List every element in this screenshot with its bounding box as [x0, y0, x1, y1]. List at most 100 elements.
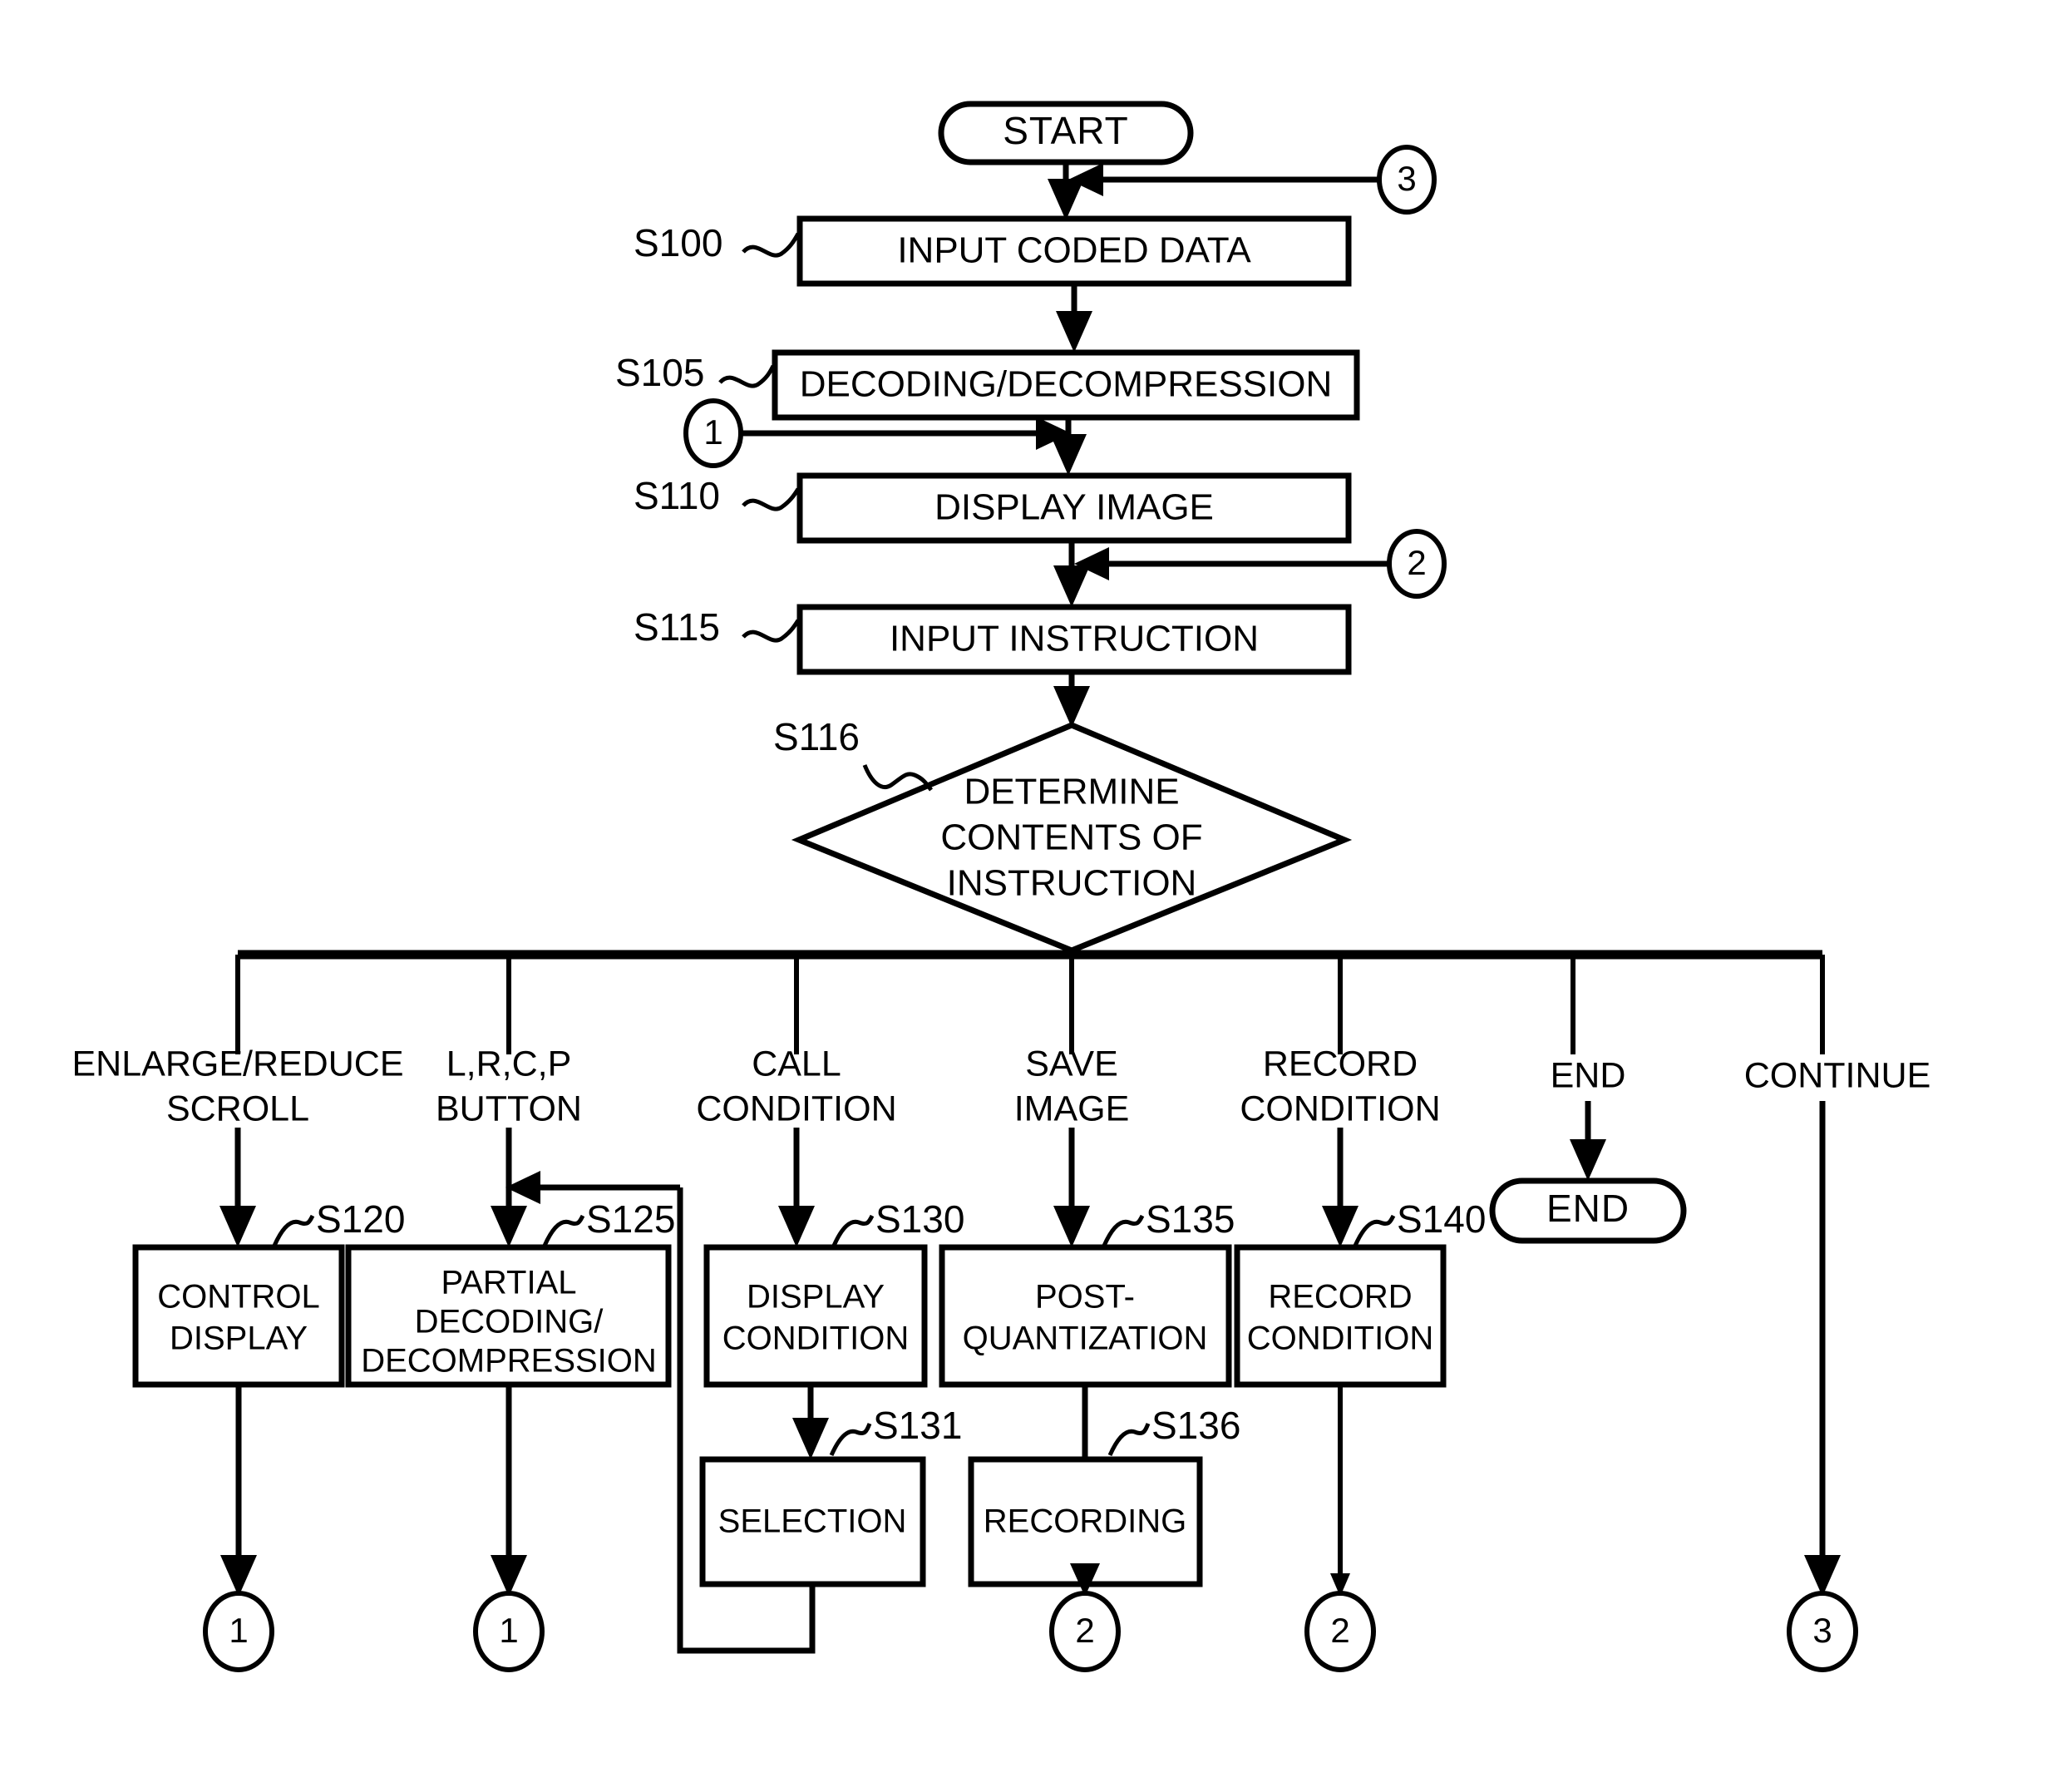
step-label-s140-group: S140 — [1353, 1197, 1486, 1247]
flowchart-canvas: START 3 INPUT CODED DATA S100 DECODING/D… — [71, 101, 1931, 1672]
step-label-s110: S110 — [634, 474, 720, 517]
process-s125-line3: DECOMPRESSION — [361, 1343, 657, 1380]
process-s120-line1: CONTROL — [157, 1279, 320, 1316]
branch-label-3-line1: CALL — [752, 1044, 841, 1084]
process-s140-line2: CONDITION — [1247, 1321, 1433, 1357]
connector-1-b: 1 — [473, 1591, 545, 1672]
connector-3-bottom-label: 3 — [1812, 1611, 1832, 1650]
step-label-s100-group: S100 — [634, 221, 801, 264]
branch-label-4: SAVE IMAGE — [1014, 1044, 1130, 1128]
branch-label-5-line1: RECORD — [1263, 1044, 1418, 1084]
process-s100-label: INPUT CODED DATA — [897, 230, 1251, 271]
branch-label-3: CALL CONDITION — [696, 1044, 896, 1128]
step-label-s136-group: S136 — [1107, 1404, 1240, 1457]
step-label-s125-group: S125 — [542, 1197, 675, 1247]
leader-s131 — [829, 1423, 872, 1457]
connector-1-b-label: 1 — [499, 1611, 518, 1650]
leader-s136 — [1107, 1423, 1151, 1457]
process-s100: INPUT CODED DATA — [796, 215, 1352, 287]
step-label-s140: S140 — [1397, 1197, 1486, 1241]
branch-label-5-line2: CONDITION — [1240, 1089, 1440, 1128]
connector-2-mid-label: 2 — [1407, 543, 1426, 582]
leader-s105 — [718, 364, 776, 388]
connector-3-top-label: 3 — [1397, 159, 1416, 198]
arrowhead-branch7 — [1804, 1555, 1841, 1597]
process-s130-shape — [703, 1244, 928, 1388]
step-label-s100: S100 — [634, 221, 722, 264]
connector-3-top: 3 — [1377, 145, 1437, 215]
step-label-s135-group: S135 — [1102, 1197, 1235, 1247]
step-label-s115: S115 — [634, 605, 720, 649]
process-s125-line1: PARTIAL — [441, 1265, 576, 1301]
step-label-s131: S131 — [873, 1404, 962, 1447]
process-s120-shape — [132, 1244, 345, 1388]
branch-label-2-line1: L,R,C,P — [446, 1044, 572, 1084]
process-s110-label: DISPLAY IMAGE — [934, 487, 1214, 528]
process-s131: SELECTION — [699, 1456, 926, 1587]
process-s110: DISPLAY IMAGE — [796, 472, 1352, 544]
arrowhead-branch3 — [778, 1206, 815, 1247]
leader-s120 — [272, 1214, 315, 1247]
connector-2-mid: 2 — [1387, 529, 1447, 599]
process-s120: CONTROL DISPLAY — [132, 1244, 345, 1388]
step-label-s131-group: S131 — [829, 1404, 962, 1457]
branch-label-1-line1: ENLARGE/REDUCE — [71, 1044, 403, 1084]
connector-1-a: 1 — [203, 1591, 274, 1672]
step-label-s130: S130 — [875, 1197, 964, 1241]
leader-s115 — [742, 619, 801, 643]
leader-s135 — [1102, 1214, 1145, 1247]
step-label-s110-group: S110 — [634, 474, 801, 517]
arrowhead-s100-s105 — [1056, 311, 1092, 353]
connector-2-b: 2 — [1304, 1591, 1376, 1672]
arrowhead-branch5 — [1322, 1206, 1358, 1247]
step-label-s120: S120 — [316, 1197, 405, 1241]
flowchart-diagram: START 3 INPUT CODED DATA S100 DECODING/D… — [0, 0, 2071, 1792]
connector-1-a-label: 1 — [229, 1611, 248, 1650]
process-s136-line1: RECORDING — [984, 1503, 1186, 1540]
branch-label-3-line2: CONDITION — [696, 1089, 896, 1128]
step-label-s125: S125 — [586, 1197, 675, 1241]
arrowhead-s130-s131 — [792, 1418, 829, 1459]
process-s120-line2: DISPLAY — [170, 1321, 308, 1357]
step-label-s115-group: S115 — [634, 605, 801, 649]
decision-s116-line3: INSTRUCTION — [947, 863, 1197, 904]
connector-2-a-label: 2 — [1075, 1611, 1094, 1650]
leader-s100 — [742, 232, 801, 258]
branch-label-7: CONTINUE — [1744, 1055, 1931, 1095]
leader-s130 — [831, 1214, 875, 1247]
process-s105: DECODING/DECOMPRESSION — [772, 349, 1360, 421]
arrowhead-branch6 — [1570, 1139, 1606, 1181]
process-s135-line1: POST- — [1035, 1279, 1135, 1316]
branch-label-7-line1: CONTINUE — [1744, 1055, 1931, 1095]
step-label-s120-group: S120 — [272, 1197, 405, 1247]
arrowhead-start-s100 — [1048, 179, 1084, 220]
process-s115-label: INPUT INSTRUCTION — [890, 619, 1259, 659]
step-label-s135: S135 — [1146, 1197, 1235, 1241]
branch-label-1-line2: SCROLL — [166, 1089, 309, 1128]
process-s135-line2: QUANTIZATION — [963, 1321, 1208, 1357]
arrowhead-s120-conn1 — [220, 1555, 257, 1597]
process-s135: POST- QUANTIZATION — [939, 1244, 1232, 1388]
end-label: END — [1546, 1187, 1630, 1230]
process-s131-line1: SELECTION — [718, 1503, 907, 1540]
branch-label-6-line1: END — [1551, 1055, 1626, 1095]
process-s130: DISPLAY CONDITION — [703, 1244, 928, 1388]
arrowhead-s115-diamond — [1053, 686, 1090, 728]
arrowhead-s110-s115 — [1053, 565, 1090, 607]
arrowhead-s125-conn1 — [491, 1555, 527, 1597]
step-label-s116-group: S116 — [773, 715, 934, 792]
process-s140: RECORD CONDITION — [1234, 1244, 1447, 1388]
process-s125: PARTIAL DECODING/ DECOMPRESSION — [345, 1244, 672, 1388]
process-s130-line1: DISPLAY — [747, 1279, 885, 1316]
connector-1-mid: 1 — [683, 398, 743, 468]
process-s105-label: DECODING/DECOMPRESSION — [800, 364, 1333, 405]
process-s135-shape — [939, 1244, 1232, 1388]
end-terminator: END — [1489, 1177, 1687, 1244]
start-label: START — [1003, 109, 1129, 152]
process-s125-line2: DECODING/ — [415, 1304, 604, 1340]
step-label-s105: S105 — [615, 351, 704, 394]
arrowhead-branch2 — [491, 1206, 527, 1247]
process-s130-line2: CONDITION — [722, 1321, 909, 1357]
process-s115: INPUT INSTRUCTION — [796, 604, 1352, 675]
branch-label-2: L,R,C,P BUTTON — [436, 1044, 582, 1128]
